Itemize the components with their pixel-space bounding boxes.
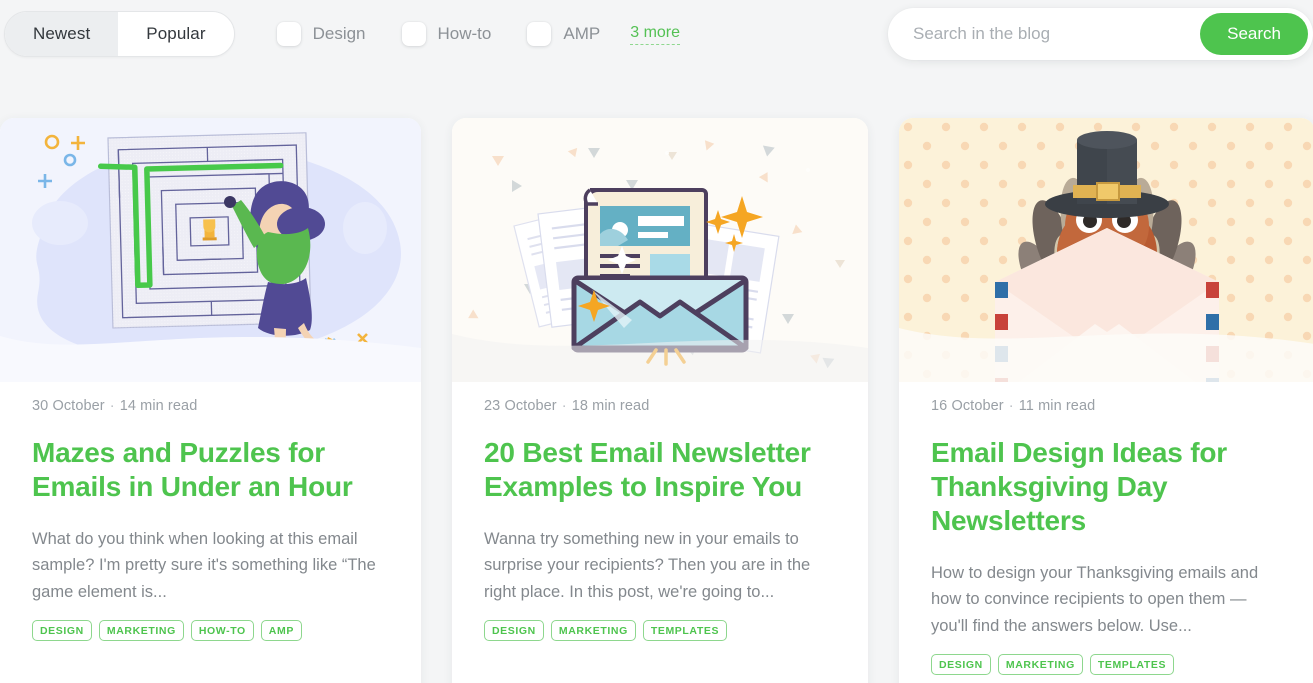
post-title[interactable]: Mazes and Puzzles for Emails in Under an… xyxy=(32,436,389,504)
post-tag[interactable]: MARKETING xyxy=(550,619,636,641)
post-date: 23 October xyxy=(484,398,557,414)
post-read-time: 14 min read xyxy=(119,398,198,414)
filter-label-amp: AMP xyxy=(563,24,601,43)
post-thumbnail-turkey xyxy=(899,118,1313,382)
post-tag[interactable]: MARKETING xyxy=(98,619,184,641)
blog-post-card[interactable]: 23 October · 18 min read 20 Best Email New… xyxy=(452,118,868,683)
post-tag-list: DESIGN MARKETING HOW-TO AMP xyxy=(32,619,389,659)
filter-label-how-to: How-to xyxy=(437,24,492,43)
post-content: 23 October · 18 min read 20 Best Email New… xyxy=(452,382,868,659)
show-more-filters-link[interactable]: 3 more xyxy=(630,24,681,45)
meta-separator: · xyxy=(109,398,115,414)
search-input[interactable] xyxy=(913,24,1201,44)
post-thumbnail-maze xyxy=(0,118,421,382)
post-title[interactable]: 20 Best Email Newsletter Examples to Ins… xyxy=(484,436,836,504)
post-tag[interactable]: DESIGN xyxy=(484,619,544,641)
search-bar: Search xyxy=(888,8,1313,60)
category-filter-group: Design How-to AMP 3 more xyxy=(276,22,681,46)
post-content: 16 October · 11 min read Email Design Idea… xyxy=(899,382,1313,683)
tab-newest[interactable]: Newest xyxy=(5,12,119,56)
filter-checkbox-how-to[interactable]: How-to xyxy=(401,22,492,46)
post-tag[interactable]: TEMPLATES xyxy=(1089,653,1175,675)
post-tag[interactable]: DESIGN xyxy=(931,653,991,675)
post-excerpt: Wanna try something new in your emails t… xyxy=(484,529,811,602)
post-meta: 30 October · 14 min read xyxy=(32,398,389,414)
post-content: 30 October · 14 min read Mazes and Puzzles… xyxy=(0,382,421,659)
post-excerpt: How to design your Thanksgiving emails a… xyxy=(931,563,1259,636)
checkbox-icon[interactable] xyxy=(527,22,552,46)
post-tag[interactable]: MARKETING xyxy=(997,653,1083,675)
post-tag[interactable]: TEMPLATES xyxy=(642,619,728,641)
checkbox-icon[interactable] xyxy=(401,22,426,46)
sort-segmented-control: Newest Popular xyxy=(4,11,235,57)
post-meta: 16 October · 11 min read xyxy=(931,398,1283,414)
filter-toolbar: Newest Popular Design How-to AMP 3 more … xyxy=(0,0,1313,68)
post-read-time: 11 min read xyxy=(1018,398,1096,414)
post-excerpt: What do you think when looking at this e… xyxy=(32,529,376,602)
tab-popular[interactable]: Popular xyxy=(118,12,234,56)
tab-popular-label: Popular xyxy=(146,24,206,43)
tab-newest-label: Newest xyxy=(33,24,91,43)
filter-checkbox-amp[interactable]: AMP xyxy=(527,22,600,46)
filter-checkbox-design[interactable]: Design xyxy=(276,22,366,46)
blog-post-card[interactable]: 30 October · 14 min read Mazes and Puzzles… xyxy=(0,118,421,683)
post-thumbnail-envelope xyxy=(452,118,868,382)
post-tag-list: DESIGN MARKETING TEMPLATES xyxy=(931,653,1283,683)
post-date: 30 October xyxy=(32,398,105,414)
post-meta: 23 October · 18 min read xyxy=(484,398,836,414)
blog-post-grid: 30 October · 14 min read Mazes and Puzzles… xyxy=(0,118,1313,683)
post-title[interactable]: Email Design Ideas for Thanksgiving Day … xyxy=(931,436,1283,538)
post-tag[interactable]: HOW-TO xyxy=(190,619,254,641)
meta-separator: · xyxy=(1008,398,1014,414)
post-read-time: 18 min read xyxy=(571,398,650,414)
filter-label-design: Design xyxy=(312,24,366,43)
search-button[interactable]: Search xyxy=(1200,13,1308,55)
post-tag[interactable]: AMP xyxy=(260,619,302,641)
post-tag[interactable]: DESIGN xyxy=(32,619,92,641)
meta-separator: · xyxy=(561,398,567,414)
checkbox-icon[interactable] xyxy=(276,22,301,46)
post-date: 16 October xyxy=(931,398,1004,414)
post-tag-list: DESIGN MARKETING TEMPLATES xyxy=(484,619,836,659)
blog-post-card[interactable]: 16 October · 11 min read Email Design Idea… xyxy=(899,118,1313,683)
